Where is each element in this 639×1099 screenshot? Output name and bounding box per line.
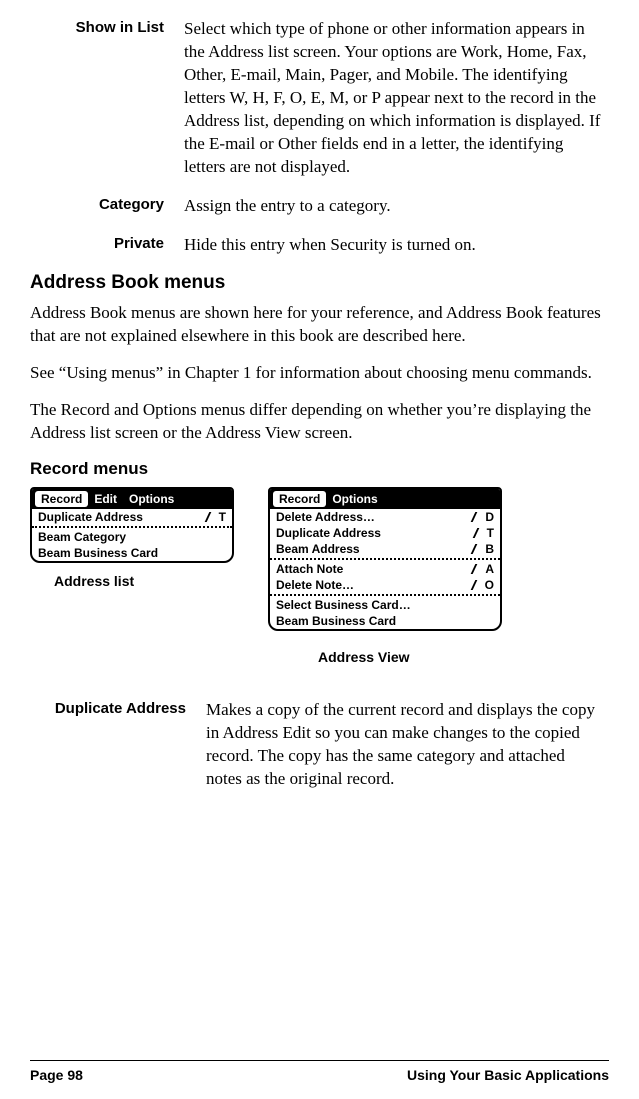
menu-item-delete-note[interactable]: Delete Note… O: [270, 577, 500, 593]
def-desc: Select which type of phone or other info…: [178, 12, 609, 189]
menu-separator: [32, 526, 232, 528]
menu-item-label: Beam Business Card: [276, 614, 396, 628]
definitions-table-2: Duplicate Address Makes a copy of the cu…: [30, 693, 609, 801]
def-desc: Hide this entry when Security is turned …: [178, 228, 609, 267]
menu-item-delete-address[interactable]: Delete Address… D: [270, 509, 500, 525]
def-term: Private: [30, 228, 178, 267]
def-term: Show in List: [30, 12, 178, 189]
menu-block-address-view: Record Options Delete Address… D Duplica…: [268, 487, 502, 665]
menu-item-beam-business-card[interactable]: Beam Business Card: [32, 545, 232, 561]
palm-menubar: Record Edit Options: [32, 489, 232, 509]
body-paragraph: Address Book menus are shown here for yo…: [30, 302, 609, 348]
menu-item-duplicate-address[interactable]: Duplicate Address T: [32, 509, 232, 525]
menu-item-label: Select Business Card…: [276, 598, 411, 612]
table-row: Category Assign the entry to a category.: [30, 189, 609, 228]
menu-item-label: Beam Business Card: [38, 546, 158, 560]
footer-section-title: Using Your Basic Applications: [407, 1067, 609, 1083]
menu-item-label: Duplicate Address: [276, 526, 381, 540]
def-desc: Makes a copy of the current record and d…: [200, 693, 609, 801]
tab-record[interactable]: Record: [35, 491, 88, 507]
shortcut-icon: A: [473, 562, 494, 576]
palm-menu-items: Delete Address… D Duplicate Address T Be…: [270, 509, 500, 629]
menu-item-label: Duplicate Address: [38, 510, 143, 524]
tab-edit[interactable]: Edit: [88, 491, 123, 507]
shortcut-icon: D: [473, 510, 494, 524]
shortcut-icon: B: [473, 542, 494, 556]
menu-item-label: Delete Address…: [276, 510, 375, 524]
body-paragraph: See “Using menus” in Chapter 1 for infor…: [30, 362, 609, 385]
shortcut-icon: T: [207, 510, 226, 524]
page-footer: Page 98 Using Your Basic Applications: [30, 1060, 609, 1083]
menu-caption-address-list: Address list: [54, 573, 234, 589]
tab-options[interactable]: Options: [326, 491, 383, 507]
heading-record-menus: Record menus: [30, 459, 609, 479]
page: Show in List Select which type of phone …: [0, 0, 639, 1099]
menu-separator: [270, 594, 500, 596]
tab-record[interactable]: Record: [273, 491, 326, 507]
table-row: Private Hide this entry when Security is…: [30, 228, 609, 267]
palm-menu-address-list: Record Edit Options Duplicate Address T …: [30, 487, 234, 563]
palm-menu-items: Duplicate Address T Beam Category Beam B…: [32, 509, 232, 561]
menu-item-label: Attach Note: [276, 562, 343, 576]
body-paragraph: The Record and Options menus differ depe…: [30, 399, 609, 445]
footer-page-number: Page 98: [30, 1067, 83, 1083]
palm-menu-address-view: Record Options Delete Address… D Duplica…: [268, 487, 502, 631]
tab-options[interactable]: Options: [123, 491, 180, 507]
palm-menubar: Record Options: [270, 489, 500, 509]
shortcut-icon: T: [475, 526, 494, 540]
def-desc: Assign the entry to a category.: [178, 189, 609, 228]
def-term: Duplicate Address: [30, 693, 200, 801]
menu-item-attach-note[interactable]: Attach Note A: [270, 561, 500, 577]
heading-address-book-menus: Address Book menus: [30, 272, 609, 294]
table-row: Duplicate Address Makes a copy of the cu…: [30, 693, 609, 801]
menu-item-select-business-card[interactable]: Select Business Card…: [270, 597, 500, 613]
menu-block-address-list: Record Edit Options Duplicate Address T …: [30, 487, 234, 589]
menu-item-label: Beam Category: [38, 530, 126, 544]
menu-item-label: Delete Note…: [276, 578, 354, 592]
menu-separator: [270, 558, 500, 560]
menu-item-duplicate-address[interactable]: Duplicate Address T: [270, 525, 500, 541]
menu-item-beam-business-card[interactable]: Beam Business Card: [270, 613, 500, 629]
menu-caption-address-view: Address View: [318, 649, 502, 665]
definitions-table-1: Show in List Select which type of phone …: [30, 12, 609, 266]
menu-item-beam-address[interactable]: Beam Address B: [270, 541, 500, 557]
def-term: Category: [30, 189, 178, 228]
menu-item-beam-category[interactable]: Beam Category: [32, 529, 232, 545]
table-row: Show in List Select which type of phone …: [30, 12, 609, 189]
menus-row: Record Edit Options Duplicate Address T …: [30, 487, 609, 665]
menu-item-label: Beam Address: [276, 542, 360, 556]
shortcut-icon: O: [473, 578, 494, 592]
